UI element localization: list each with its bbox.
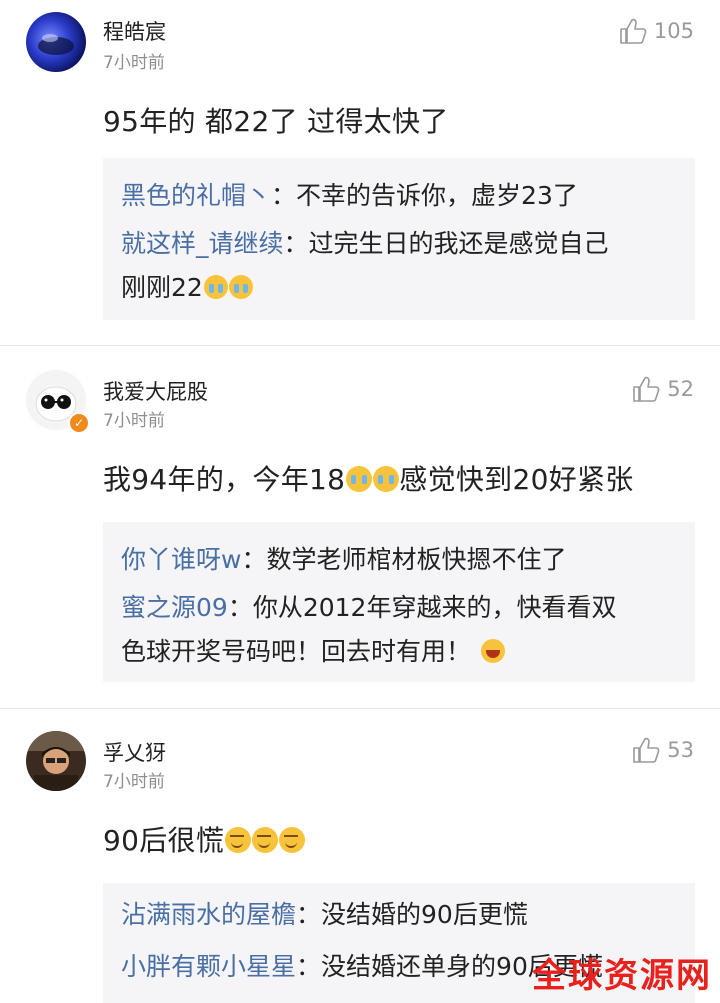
comment-2: ✓ 我爱大屁股 7小时前 52 我94年的，今年18 感觉快到20好紧张 你丫谁呀… xyxy=(0,346,720,706)
reply-separator: ： xyxy=(271,181,297,210)
thumbs-up-icon xyxy=(633,376,660,402)
reply-text: 过完生日的我还是感觉自己 xyxy=(308,229,609,258)
reply-username[interactable]: 黑色的礼帽丶 xyxy=(121,181,271,210)
timestamp: 7小时前 xyxy=(103,411,165,431)
reply-2: 蜜之源09：你从2012年穿越来的，快看看双 色球开奖号码吧！回去时有用！ xyxy=(121,586,679,674)
comment-1: 程皓宸 7小时前 105 95年的 都22了 过得太快了 黑色的礼帽丶：不幸的告… xyxy=(0,0,720,345)
comment-text-part: 我94年的，今年18 xyxy=(103,463,346,496)
reply-username[interactable]: 蜜之源09 xyxy=(121,593,228,622)
like-count: 53 xyxy=(667,738,694,762)
crying-emoji-icon xyxy=(373,466,400,492)
reply-username[interactable]: 你丫谁呀w xyxy=(121,545,241,574)
timestamp: 7小时前 xyxy=(103,772,165,792)
verified-badge-icon: ✓ xyxy=(68,412,90,434)
reply-username[interactable]: 小胖有颗小星星 xyxy=(121,952,296,981)
smirk-emoji-icon xyxy=(279,827,306,853)
thumbs-up-icon xyxy=(633,737,660,763)
crying-emoji-icon xyxy=(346,466,373,492)
reply-box[interactable]: 黑色的礼帽丶：不幸的告诉你，虚岁23了 就这样_请继续：过完生日的我还是感觉自己… xyxy=(103,158,695,320)
username[interactable]: 我爱大屁股 xyxy=(103,376,208,406)
avatar-image xyxy=(26,731,86,791)
like-button[interactable]: 53 xyxy=(631,735,694,765)
reply-2: 就这样_请继续：过完生日的我还是感觉自己 刚刚22 xyxy=(121,222,679,310)
like-button[interactable]: 52 xyxy=(631,374,694,404)
reply-text: 数学老师棺材板快摁不住了 xyxy=(266,545,567,574)
reply-text: 没结婚的90后更慌 xyxy=(321,900,528,929)
reply-text: 不幸的告诉你，虚岁23了 xyxy=(296,181,578,210)
watermark: 全球资源网 xyxy=(532,956,712,996)
reply-box[interactable]: 你丫谁呀w：数学老师棺材板快摁不住了 蜜之源09：你从2012年穿越来的，快看看… xyxy=(103,522,695,682)
reply-separator: ： xyxy=(227,593,253,622)
reply-username[interactable]: 沾满雨水的屋檐 xyxy=(121,900,296,929)
like-count: 52 xyxy=(667,377,694,401)
username[interactable]: 孚乂犽 xyxy=(103,737,166,767)
avatar-image xyxy=(26,12,86,72)
crying-laugh-emoji-icon xyxy=(228,275,253,299)
username[interactable]: 程皓宸 xyxy=(103,16,166,46)
comment-text-part: 感觉快到20好紧张 xyxy=(399,463,634,496)
comment-text: 90后很慌 xyxy=(103,819,306,859)
thumbs-up-icon xyxy=(620,18,647,44)
avatar[interactable] xyxy=(26,731,86,791)
reply-1: 黑色的礼帽丶：不幸的告诉你，虚岁23了 xyxy=(121,170,679,222)
smirk-emoji-icon xyxy=(252,827,279,853)
reply-1: 沾满雨水的屋檐：没结婚的90后更慌 xyxy=(121,889,679,941)
reply-separator: ： xyxy=(296,952,322,981)
comment-text: 95年的 都22了 过得太快了 xyxy=(103,105,449,138)
reply-text-cont: 色球开奖号码吧！回去时有用！ xyxy=(121,637,472,666)
like-count: 105 xyxy=(653,19,694,43)
avatar[interactable] xyxy=(26,12,86,72)
reply-1: 你丫谁呀w：数学老师棺材板快摁不住了 xyxy=(121,534,679,586)
reply-separator: ： xyxy=(241,545,267,574)
comment-text: 我94年的，今年18 感觉快到20好紧张 xyxy=(103,458,634,498)
comment-text-part: 90后很慌 xyxy=(103,824,225,857)
reply-separator: ： xyxy=(296,900,322,929)
reply-separator: ： xyxy=(283,229,309,258)
laughing-emoji-icon xyxy=(481,639,506,663)
reply-username[interactable]: 就这样_请继续 xyxy=(121,229,284,258)
timestamp: 7小时前 xyxy=(103,53,165,73)
reply-text-cont: 刚刚22 xyxy=(121,273,203,302)
reply-text: 你从2012年穿越来的，快看看双 xyxy=(252,593,617,622)
smirk-emoji-icon xyxy=(225,827,252,853)
like-button[interactable]: 105 xyxy=(618,16,694,46)
crying-laugh-emoji-icon xyxy=(203,275,228,299)
